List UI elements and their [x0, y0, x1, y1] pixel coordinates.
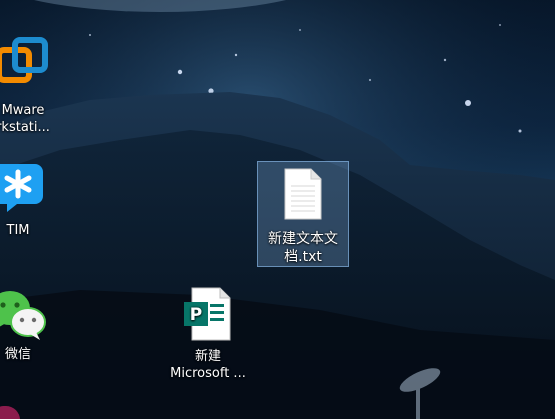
desktop-icon-tim[interactable]: TIM [0, 160, 60, 250]
desktop[interactable]: Mware rkstati... TIM 微信 新建文本文档.txt P 新建 … [0, 0, 555, 419]
desktop-icon-label: Mware rkstati... [0, 103, 50, 135]
tim-icon [0, 164, 43, 212]
svg-text:P: P [190, 305, 202, 325]
desktop-icon-label: 微信 [4, 347, 31, 362]
desktop-icon-label: 新建文本文档.txt [268, 231, 338, 265]
wechat-icon [0, 291, 46, 340]
desktop-icon-label: TIM [6, 223, 30, 238]
text-file-icon [284, 168, 322, 220]
desktop-icon-vmware[interactable]: Mware rkstati... [0, 36, 68, 144]
desktop-icon-wechat[interactable]: 微信 [0, 288, 60, 378]
publisher-icon: P [184, 287, 231, 341]
desktop-icon-label: 新建 Microsoft ... [170, 349, 246, 381]
desktop-icon-text-file[interactable]: 新建文本文档.txt [257, 161, 349, 267]
desktop-icon-publisher-file[interactable]: P 新建 Microsoft ... [160, 286, 256, 392]
vmware-icon [0, 37, 48, 83]
